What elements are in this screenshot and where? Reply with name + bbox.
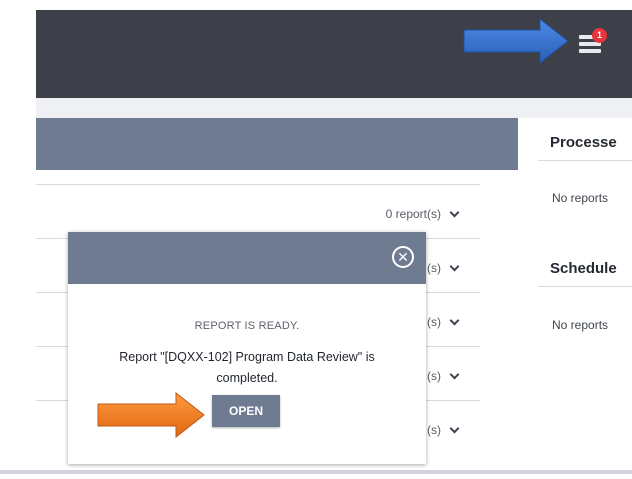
report-row[interactable]: 0 report(s) bbox=[36, 184, 480, 238]
chevron-down-icon[interactable] bbox=[449, 315, 460, 325]
chevron-down-icon[interactable] bbox=[449, 369, 460, 379]
scheduled-reports-title: Schedule bbox=[550, 260, 617, 277]
processed-reports-empty: No reports bbox=[552, 191, 609, 205]
chevron-down-icon[interactable] bbox=[449, 261, 460, 271]
divider bbox=[538, 286, 632, 287]
scheduled-reports-empty: No reports bbox=[552, 318, 609, 332]
bottom-border bbox=[0, 470, 632, 474]
report-count: (s) bbox=[427, 315, 441, 329]
report-count: 0 report(s) bbox=[385, 207, 441, 221]
notifications-button[interactable]: 1 bbox=[574, 26, 610, 60]
divider bbox=[538, 160, 632, 161]
side-panel: Processe No reports Schedule No reports bbox=[518, 118, 632, 468]
open-report-button[interactable]: OPEN bbox=[212, 395, 280, 427]
report-count: (s) bbox=[427, 261, 441, 275]
processed-reports-title: Processe bbox=[550, 134, 617, 151]
orange-pointer-arrow-icon bbox=[97, 392, 205, 438]
dialog-title: REPORT IS READY. bbox=[194, 320, 300, 332]
blue-pointer-arrow-icon bbox=[463, 18, 569, 64]
dialog-message: Report "[DQXX-102] Program Data Review" … bbox=[119, 350, 375, 385]
close-circle-icon[interactable]: ✕ bbox=[392, 246, 414, 268]
report-count: (s) bbox=[427, 423, 441, 437]
report-count: (s) bbox=[427, 369, 441, 383]
chevron-down-icon[interactable] bbox=[449, 207, 460, 217]
chevron-down-icon[interactable] bbox=[449, 423, 460, 433]
notification-badge: 1 bbox=[592, 28, 607, 43]
reports-panel-header bbox=[36, 118, 518, 170]
dialog-header: ✕ bbox=[68, 232, 426, 284]
